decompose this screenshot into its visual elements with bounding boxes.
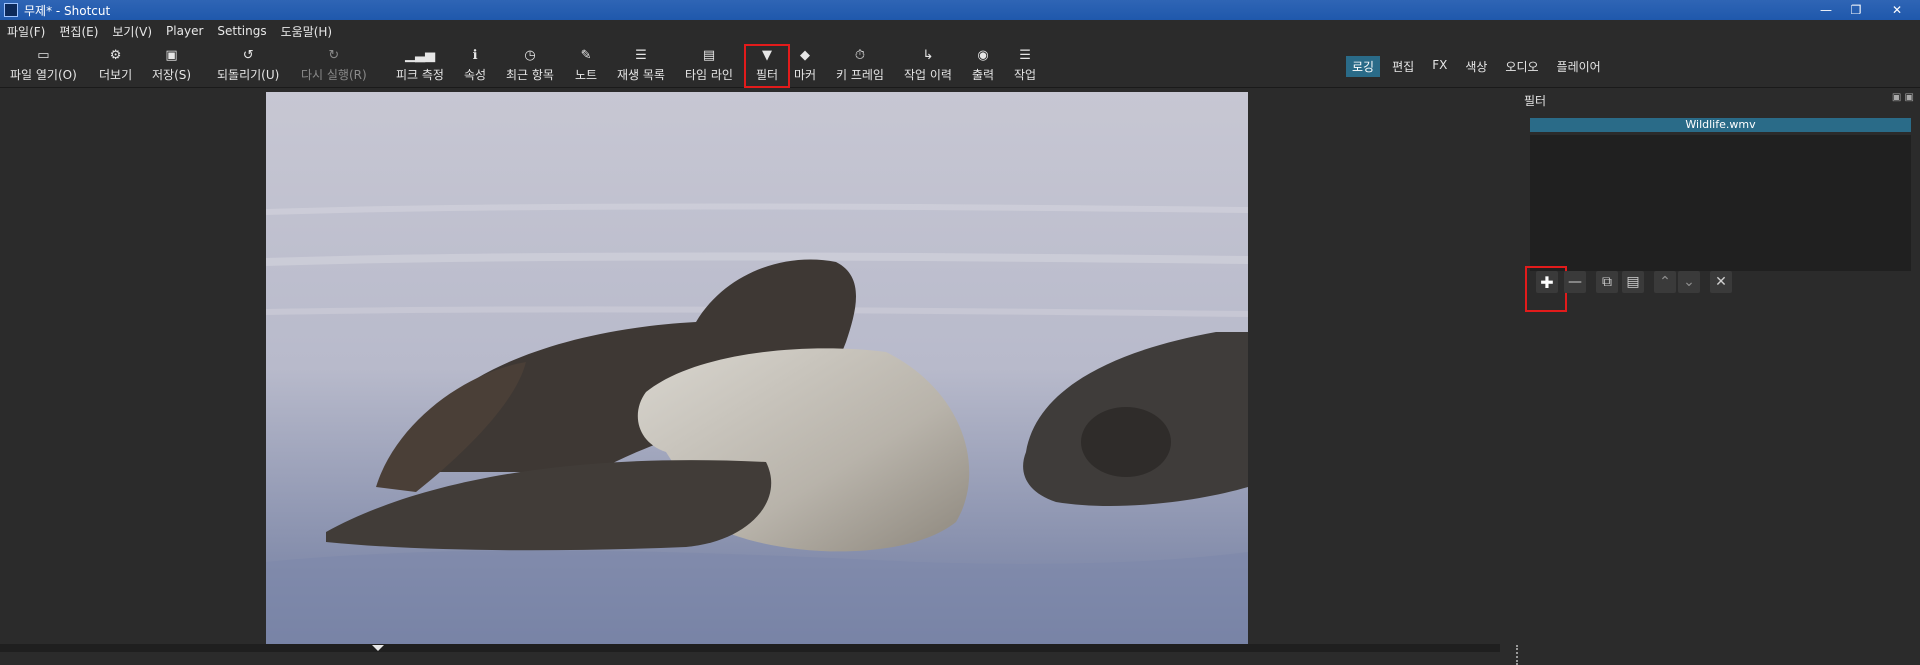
- filters-button[interactable]: ▼ 필터: [744, 44, 790, 88]
- note-icon: ✎: [580, 47, 592, 63]
- jobs-button[interactable]: ☰ 작업: [1014, 46, 1036, 86]
- layout-editing[interactable]: 편집: [1386, 56, 1420, 77]
- export-button[interactable]: ◉ 출력: [972, 46, 994, 86]
- video-frame-art: [266, 92, 1248, 644]
- jobs-icon: ☰: [1019, 47, 1031, 63]
- save-icon: ▣: [165, 47, 178, 63]
- close-panel-icon[interactable]: ▣: [1905, 92, 1914, 103]
- timeline-button[interactable]: ▤ 타임 라인: [685, 46, 733, 86]
- redo-button[interactable]: ↻ 다시 실행(R): [301, 46, 367, 86]
- copy-icon: ⧉: [1602, 274, 1612, 290]
- marker-icon: ◆: [800, 47, 811, 63]
- history-button[interactable]: ↳ 작업 이력: [904, 46, 952, 86]
- filter-icon: ▼: [762, 47, 772, 63]
- layout-player[interactable]: 플레이어: [1551, 56, 1607, 77]
- more-icon: ⚙: [109, 47, 122, 63]
- close-button[interactable]: ✕: [1874, 2, 1920, 18]
- float-panel-icon[interactable]: ▣: [1892, 92, 1901, 103]
- recent-button[interactable]: ◷ 최근 항목: [506, 46, 554, 86]
- menu-help[interactable]: 도움말(H): [274, 23, 340, 40]
- peak-meter-button[interactable]: ▁▃▅ 피크 측정: [396, 46, 444, 86]
- move-down-button[interactable]: ⌄: [1678, 271, 1700, 293]
- menu-view[interactable]: 보기(V): [105, 23, 159, 40]
- video-preview[interactable]: [266, 92, 1248, 644]
- peak-meter-icon: ▁▃▅: [404, 47, 435, 63]
- undo-button[interactable]: ↺ 되돌리기(U): [217, 46, 279, 86]
- disc-icon: ◉: [977, 47, 989, 63]
- notes-button[interactable]: ✎ 노트: [575, 46, 597, 86]
- title-bar: 무제* - Shotcut — ❐ ✕: [0, 0, 1920, 20]
- filter-buttons-bar: ✚ — ⧉ ▤ ⌃ ⌄ ✕: [1520, 264, 1920, 312]
- restore-button[interactable]: ❐: [1844, 2, 1868, 18]
- minimize-button[interactable]: —: [1814, 2, 1838, 18]
- layout-color[interactable]: 색상: [1459, 56, 1493, 77]
- undo-icon: ↺: [242, 47, 254, 63]
- redo-icon: ↻: [328, 47, 340, 63]
- menu-settings[interactable]: Settings: [210, 24, 273, 38]
- layout-audio[interactable]: 오디오: [1499, 56, 1544, 77]
- markers-button[interactable]: ◆ 마커: [794, 46, 816, 86]
- filters-panel-title: 필터: [1524, 94, 1547, 108]
- playhead-marker[interactable]: [372, 645, 384, 651]
- player-area: [0, 90, 1518, 665]
- current-clip-name: Wildlife.wmv: [1530, 118, 1911, 132]
- layout-switcher: 로깅 편집 FX 색상 오디오 플레이어: [1346, 56, 1607, 77]
- clock-icon: ◷: [524, 47, 536, 63]
- copy-filter-button[interactable]: ⧉: [1596, 271, 1618, 293]
- history-icon: ↳: [922, 47, 934, 63]
- more-button[interactable]: ⚙ 더보기: [99, 46, 132, 86]
- info-icon: ℹ: [472, 47, 478, 63]
- list-icon: ☰: [635, 47, 647, 63]
- timeline-strip[interactable]: [0, 644, 1500, 652]
- menu-player[interactable]: Player: [159, 24, 210, 38]
- shotcut-app-icon: [4, 3, 18, 17]
- add-filter-button[interactable]: ✚: [1536, 271, 1558, 293]
- panel-controls[interactable]: ▣ ▣: [1892, 92, 1914, 103]
- properties-button[interactable]: ℹ 속성: [464, 46, 486, 86]
- filter-list[interactable]: [1530, 135, 1911, 271]
- minus-icon: —: [1568, 274, 1582, 290]
- stopwatch-icon: ⏱: [854, 47, 866, 63]
- save-button[interactable]: ▣ 저장(S): [152, 46, 191, 86]
- main-toolbar: ▭ 파일 열기(O) ⚙ 더보기 ▣ 저장(S) ↺ 되돌리기(U) ↻ 다시 …: [0, 44, 1920, 88]
- keyframes-button[interactable]: ⏱ 키 프레임: [836, 46, 884, 86]
- close-icon: ✕: [1715, 274, 1727, 290]
- layout-logging[interactable]: 로깅: [1346, 56, 1381, 77]
- menu-file[interactable]: 파일(F): [0, 23, 52, 40]
- panel-splitter[interactable]: [1516, 645, 1518, 665]
- timeline-icon: ▤: [702, 47, 716, 63]
- folder-icon: ▭: [37, 47, 50, 63]
- open-file-button[interactable]: ▭ 파일 열기(O): [10, 46, 77, 86]
- layout-fx[interactable]: FX: [1426, 56, 1453, 77]
- playlist-button[interactable]: ☰ 재생 목록: [617, 46, 665, 86]
- chevron-up-icon: ⌃: [1659, 274, 1671, 290]
- menu-edit[interactable]: 편집(E): [52, 23, 105, 40]
- window-title: 무제* - Shotcut: [24, 3, 111, 18]
- plus-icon: ✚: [1540, 272, 1554, 292]
- deselect-filter-button[interactable]: ✕: [1710, 271, 1732, 293]
- menu-bar: 파일(F) 편집(E) 보기(V) Player Settings 도움말(H): [0, 20, 1920, 42]
- clipboard-icon: ▤: [1626, 274, 1640, 290]
- move-up-button[interactable]: ⌃: [1654, 271, 1676, 293]
- paste-filter-button[interactable]: ▤: [1622, 271, 1644, 293]
- remove-filter-button[interactable]: —: [1564, 271, 1586, 293]
- filters-panel: 필터 ▣ ▣ Wildlife.wmv ✚ — ⧉ ▤ ⌃ ⌄ ✕: [1520, 90, 1920, 652]
- chevron-down-icon: ⌄: [1683, 274, 1695, 290]
